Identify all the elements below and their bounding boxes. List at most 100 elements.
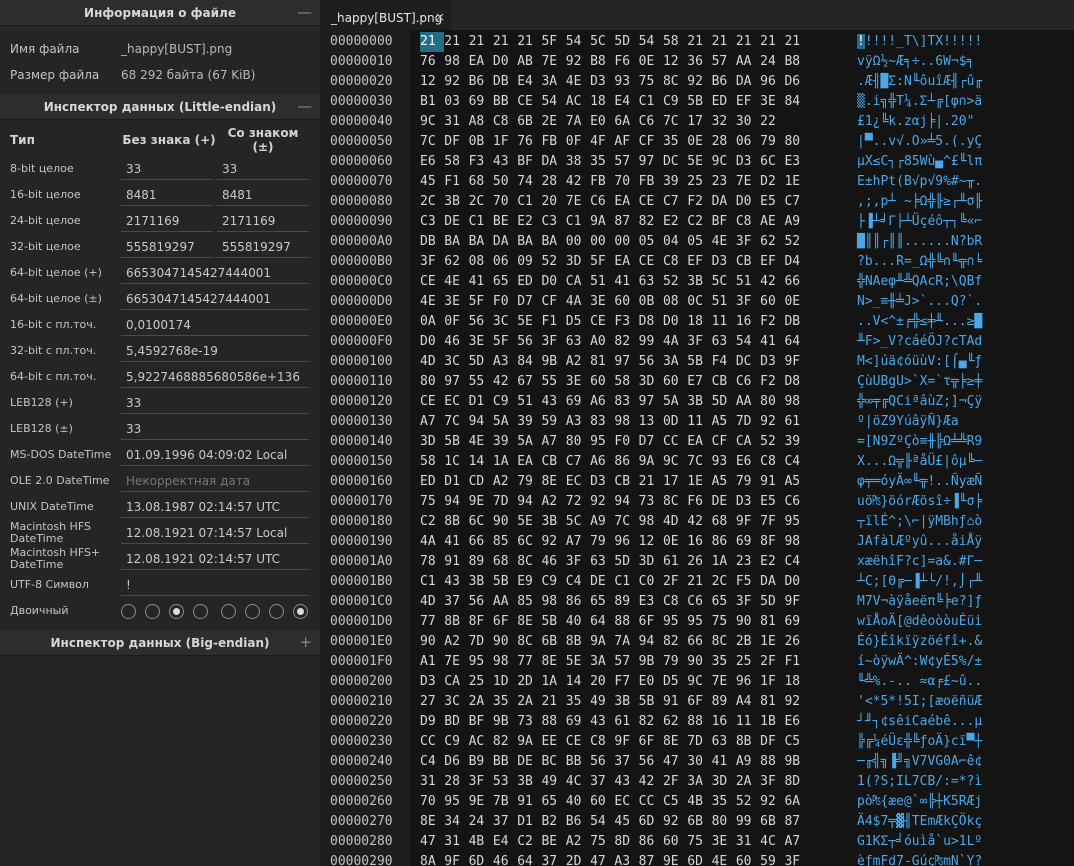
hex-byte[interactable]: 82: [639, 212, 663, 232]
hex-byte[interactable]: 37: [444, 592, 468, 612]
hex-byte[interactable]: F2: [760, 372, 784, 392]
hex-byte[interactable]: 75: [590, 832, 614, 852]
hex-byte[interactable]: 8C: [663, 72, 687, 92]
hex-byte[interactable]: F1: [541, 312, 565, 332]
hex-byte[interactable]: 5C: [712, 272, 736, 292]
hex-byte[interactable]: 5F: [469, 292, 493, 312]
hex-byte[interactable]: A3: [614, 852, 638, 866]
hex-byte[interactable]: 14: [566, 672, 590, 692]
hex-byte[interactable]: CE: [590, 312, 614, 332]
hex-byte[interactable]: 21: [517, 32, 541, 52]
ascii-row[interactable]: ▒.i╗╬T¼.Σ┴╔[φ∩>ä: [857, 92, 982, 112]
hex-byte[interactable]: 9F: [784, 352, 808, 372]
tab-file[interactable]: _happy[BUST].png ×: [320, 0, 451, 31]
hex-byte[interactable]: 21: [760, 32, 784, 52]
hex-byte[interactable]: DC: [663, 152, 687, 172]
hex-byte[interactable]: 18: [784, 672, 808, 692]
ascii-row[interactable]: ╠╔¼éÜε╬╚ƒoÄ}cï▀┼: [857, 732, 982, 752]
hex-byte[interactable]: 52: [541, 252, 565, 272]
hex-byte[interactable]: 8F: [760, 532, 784, 552]
hex-byte[interactable]: 3E: [444, 292, 468, 312]
hex-byte[interactable]: 98: [493, 652, 517, 672]
bit-toggle[interactable]: [293, 603, 308, 619]
hex-byte[interactable]: BA: [469, 232, 493, 252]
hex-byte[interactable]: 35: [590, 152, 614, 172]
hex-bytes-row[interactable]: 3F 62 08 06 09 52 3D 5F EA CE C8 EF D3 CB EF D4: [420, 252, 809, 272]
hex-byte[interactable]: 6F: [687, 692, 711, 712]
hex-byte[interactable]: 79: [663, 652, 687, 672]
hex-byte[interactable]: 3E: [469, 332, 493, 352]
hex-byte[interactable]: D0: [784, 572, 808, 592]
hex-byte[interactable]: 2C: [469, 192, 493, 212]
hex-byte[interactable]: 14: [469, 452, 493, 472]
hex-byte[interactable]: 73: [517, 712, 541, 732]
hex-byte[interactable]: 5A: [517, 432, 541, 452]
hex-byte[interactable]: 60: [736, 852, 760, 866]
hex-byte[interactable]: 35: [493, 692, 517, 712]
hex-byte[interactable]: 3D: [712, 772, 736, 792]
ascii-row[interactable]: uö₧}öórÆösî÷▐╙σ╞: [857, 492, 982, 512]
hex-byte[interactable]: 3E: [712, 832, 736, 852]
hex-byte[interactable]: EA: [614, 192, 638, 212]
hex-byte[interactable]: 84: [517, 352, 541, 372]
hex-byte[interactable]: CA: [444, 672, 468, 692]
hex-byte[interactable]: 3B: [517, 772, 541, 792]
hex-byte[interactable]: 21: [687, 32, 711, 52]
hex-byte[interactable]: 43: [444, 572, 468, 592]
hex-byte[interactable]: 4E: [420, 292, 444, 312]
hex-byte[interactable]: 4E: [712, 852, 736, 866]
hex-byte[interactable]: 5D: [712, 392, 736, 412]
hex-byte[interactable]: CA: [736, 432, 760, 452]
hex-byte[interactable]: 52: [784, 232, 808, 252]
ascii-row[interactable]: X...Ω╦╟ªåÜ£|ôµ╚─: [857, 452, 982, 472]
hex-byte[interactable]: 8C: [517, 552, 541, 572]
hex-byte[interactable]: 4C: [566, 772, 590, 792]
hex-byte[interactable]: E3: [639, 592, 663, 612]
hex-byte[interactable]: 66: [687, 632, 711, 652]
hex-byte[interactable]: 79: [517, 472, 541, 492]
hex-byte[interactable]: 81: [590, 352, 614, 372]
hex-byte[interactable]: 63: [590, 552, 614, 572]
hex-bytes-row[interactable]: C3 DE C1 BE E2 C3 C1 9A 87 82 E2 C2 BF C8 AE A9: [420, 212, 809, 232]
hex-byte[interactable]: E0: [639, 672, 663, 692]
hex-byte[interactable]: CB: [541, 452, 565, 472]
hex-byte[interactable]: D0: [541, 272, 565, 292]
ascii-row[interactable]: φ╤═óyÄ∞╙╦!..ÑyæÑ: [857, 472, 982, 492]
hex-byte[interactable]: 8E: [663, 732, 687, 752]
hex-byte[interactable]: 20: [590, 672, 614, 692]
hex-byte[interactable]: 58: [663, 32, 687, 52]
hex-byte[interactable]: 78: [420, 552, 444, 572]
hex-byte[interactable]: 4B: [469, 832, 493, 852]
bit-toggle[interactable]: [245, 603, 260, 619]
hex-byte[interactable]: 1E: [687, 472, 711, 492]
hex-byte[interactable]: 7D: [469, 632, 493, 652]
hex-byte[interactable]: D0: [493, 52, 517, 72]
hex-byte[interactable]: 41: [760, 332, 784, 352]
hex-byte[interactable]: B9: [469, 752, 493, 772]
hex-byte[interactable]: 6B: [541, 632, 565, 652]
hex-byte[interactable]: 7C: [444, 412, 468, 432]
bit-toggle[interactable]: [269, 603, 284, 619]
hex-byte[interactable]: CE: [517, 92, 541, 112]
hex-byte[interactable]: 5E: [517, 512, 541, 532]
hex-byte[interactable]: 80: [760, 392, 784, 412]
hex-bytes-row[interactable]: B1 03 69 BB CE 54 AC 18 E4 C1 C9 5B ED EF 3E 84: [420, 92, 809, 112]
hex-bytes-row[interactable]: DB BA BA DA BA BA 00 00 00 05 04 05 4E 3F 62 52: [420, 232, 809, 252]
hex-byte[interactable]: CB: [614, 472, 638, 492]
hex-byte[interactable]: 81: [760, 612, 784, 632]
ascii-row[interactable]: |▀..v√.O»╧5.(.yÇ: [857, 132, 982, 152]
ascii-row[interactable]: =[N9ZºÇò≡╫╠Ω╧╩R9: [857, 432, 982, 452]
hex-byte[interactable]: D1: [469, 392, 493, 412]
hex-byte[interactable]: 03: [444, 92, 468, 112]
hex-byte[interactable]: E6: [420, 152, 444, 172]
hex-byte[interactable]: 8A: [420, 852, 444, 866]
hex-byte[interactable]: 80: [784, 132, 808, 152]
hex-byte[interactable]: 41: [712, 752, 736, 772]
hex-byte[interactable]: 54: [736, 332, 760, 352]
hex-byte[interactable]: D9: [420, 712, 444, 732]
hex-byte[interactable]: D0: [663, 312, 687, 332]
hex-byte[interactable]: 51: [712, 292, 736, 312]
hex-byte[interactable]: E2: [663, 212, 687, 232]
hex-byte[interactable]: 98: [614, 412, 638, 432]
hex-byte[interactable]: D0: [420, 332, 444, 352]
